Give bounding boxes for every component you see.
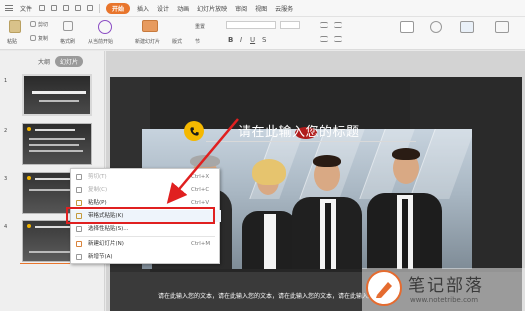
paste-icon[interactable] bbox=[9, 20, 21, 33]
tab-slides[interactable]: 幻灯片 bbox=[55, 56, 84, 67]
paste-icon bbox=[76, 200, 82, 206]
person-silhouette bbox=[367, 134, 442, 269]
thumb-text bbox=[29, 150, 83, 152]
thumb-dot bbox=[27, 224, 31, 228]
menu-divider bbox=[99, 3, 101, 13]
slide-title[interactable]: 请在此输入您的标题 bbox=[238, 121, 360, 140]
numbering-icon[interactable] bbox=[334, 22, 342, 28]
cut-icon[interactable] bbox=[30, 21, 36, 27]
from-current-label[interactable]: 从当前开始 bbox=[88, 38, 113, 45]
paste-label[interactable]: 粘贴 bbox=[7, 38, 17, 45]
cut-icon bbox=[76, 174, 82, 180]
slide-thumbnail-1[interactable] bbox=[22, 74, 92, 116]
italic-icon[interactable]: I bbox=[240, 36, 242, 44]
underline-icon[interactable]: U bbox=[250, 36, 255, 44]
menu-item-new-section[interactable]: 新增节(A) bbox=[71, 251, 221, 263]
pen-logo-icon bbox=[366, 270, 402, 306]
highlight-box bbox=[66, 207, 215, 224]
reset-label[interactable]: 重置 bbox=[195, 23, 205, 30]
tab-view[interactable]: 视图 bbox=[251, 4, 271, 13]
shapes-icon[interactable] bbox=[430, 21, 442, 33]
file-menu[interactable]: 文件 bbox=[16, 4, 36, 13]
new-slide-icon[interactable] bbox=[142, 20, 158, 32]
menu-item-label: 新建幻灯片(N) bbox=[88, 241, 124, 247]
slide-number: 1 bbox=[4, 78, 8, 84]
textbox-icon[interactable] bbox=[400, 21, 414, 33]
menu-item-shortcut: Ctrl+C bbox=[191, 187, 210, 193]
watermark-url: www.notetribe.com bbox=[410, 296, 479, 304]
undo-icon[interactable] bbox=[75, 5, 82, 11]
font-name-field[interactable] bbox=[226, 21, 276, 29]
preview-icon[interactable] bbox=[63, 5, 70, 11]
bold-icon[interactable]: B bbox=[228, 36, 233, 44]
slide-number: 4 bbox=[4, 224, 8, 230]
format-painter-icon[interactable] bbox=[63, 21, 73, 31]
watermark-name: 笔记部落 bbox=[408, 276, 484, 296]
ribbon-toolbar: 粘贴 剪切 复制 格式刷 从当前开始 新建幻灯片 版式 节 重置 B I U S bbox=[0, 17, 525, 50]
save-icon[interactable] bbox=[39, 5, 46, 11]
section-label[interactable]: 节 bbox=[195, 38, 200, 45]
slide-number: 3 bbox=[4, 176, 8, 182]
tab-review[interactable]: 审阅 bbox=[231, 4, 251, 13]
person-silhouette bbox=[242, 149, 297, 269]
menu-bar: 文件 开始 插入 设计 动画 幻灯片放映 审阅 视图 云服务 bbox=[0, 0, 525, 17]
tab-animation[interactable]: 动画 bbox=[173, 4, 193, 13]
find-icon[interactable] bbox=[495, 21, 509, 33]
hamburger-icon[interactable] bbox=[5, 5, 13, 11]
bullets-icon[interactable] bbox=[320, 22, 328, 28]
menu-item-copy[interactable]: 复制(C) Ctrl+C bbox=[71, 184, 221, 196]
menu-item-shortcut: Ctrl+M bbox=[191, 241, 211, 247]
menu-divider bbox=[75, 236, 215, 237]
watermark: 笔记部落 www.notetribe.com bbox=[362, 268, 525, 311]
redo-icon[interactable] bbox=[87, 5, 94, 11]
tab-cloud[interactable]: 云服务 bbox=[271, 4, 297, 13]
thumb-text bbox=[29, 138, 85, 140]
copy-icon bbox=[76, 187, 82, 193]
print-icon[interactable] bbox=[51, 5, 58, 11]
thumb-text bbox=[35, 226, 75, 228]
panel-tabs: 大纲 幻灯片 bbox=[33, 56, 84, 67]
new-slide-icon bbox=[76, 241, 82, 247]
copy-icon[interactable] bbox=[30, 35, 36, 41]
layout-label[interactable]: 版式 bbox=[172, 38, 182, 45]
play-icon[interactable] bbox=[98, 20, 112, 34]
menu-item-new-slide[interactable]: 新建幻灯片(N) Ctrl+M bbox=[71, 238, 221, 250]
phone-icon bbox=[184, 121, 204, 141]
thumb-dot bbox=[27, 127, 31, 131]
tab-home[interactable]: 开始 bbox=[106, 2, 131, 14]
menu-item-shortcut: Ctrl+X bbox=[191, 174, 210, 180]
thumb-text bbox=[29, 144, 79, 146]
presentation-app: 文件 开始 插入 设计 动画 幻灯片放映 审阅 视图 云服务 粘贴 剪切 复制 … bbox=[0, 0, 525, 311]
tab-slideshow[interactable]: 幻灯片放映 bbox=[193, 4, 231, 13]
align-center-icon[interactable] bbox=[334, 36, 342, 42]
align-left-icon[interactable] bbox=[320, 36, 328, 42]
section-icon bbox=[76, 254, 82, 260]
menu-item-paste-special[interactable]: 选择性粘贴(S)... bbox=[71, 223, 221, 235]
cut-label[interactable]: 剪切 bbox=[38, 21, 48, 28]
menu-item-label: 复制(C) bbox=[88, 187, 108, 193]
thumb-text bbox=[39, 100, 79, 102]
person-silhouette bbox=[292, 139, 362, 269]
title-underline bbox=[206, 141, 416, 142]
menu-item-label: 选择性粘贴(S)... bbox=[88, 226, 129, 232]
thumb-dot bbox=[27, 176, 31, 180]
thumb-text bbox=[35, 129, 75, 131]
paste-special-icon bbox=[76, 226, 82, 232]
new-slide-label[interactable]: 新建幻灯片 bbox=[135, 38, 160, 45]
format-painter-label[interactable]: 格式刷 bbox=[60, 38, 75, 45]
thumb-title-bar bbox=[32, 91, 86, 94]
copy-label[interactable]: 复制 bbox=[38, 35, 48, 42]
slide-thumbnail-2[interactable] bbox=[22, 123, 92, 165]
slide-number: 2 bbox=[4, 128, 8, 134]
thumb-text bbox=[35, 178, 75, 180]
font-size-field[interactable] bbox=[280, 21, 300, 29]
tab-insert[interactable]: 插入 bbox=[133, 4, 153, 13]
menu-item-label: 新增节(A) bbox=[88, 254, 113, 260]
menu-item-label: 剪切(T) bbox=[88, 174, 107, 180]
arrange-icon[interactable] bbox=[460, 21, 474, 33]
tab-design[interactable]: 设计 bbox=[153, 4, 173, 13]
strike-icon[interactable]: S bbox=[262, 36, 266, 44]
menu-item-cut[interactable]: 剪切(T) Ctrl+X bbox=[71, 171, 221, 183]
tab-outline[interactable]: 大纲 bbox=[33, 56, 55, 67]
